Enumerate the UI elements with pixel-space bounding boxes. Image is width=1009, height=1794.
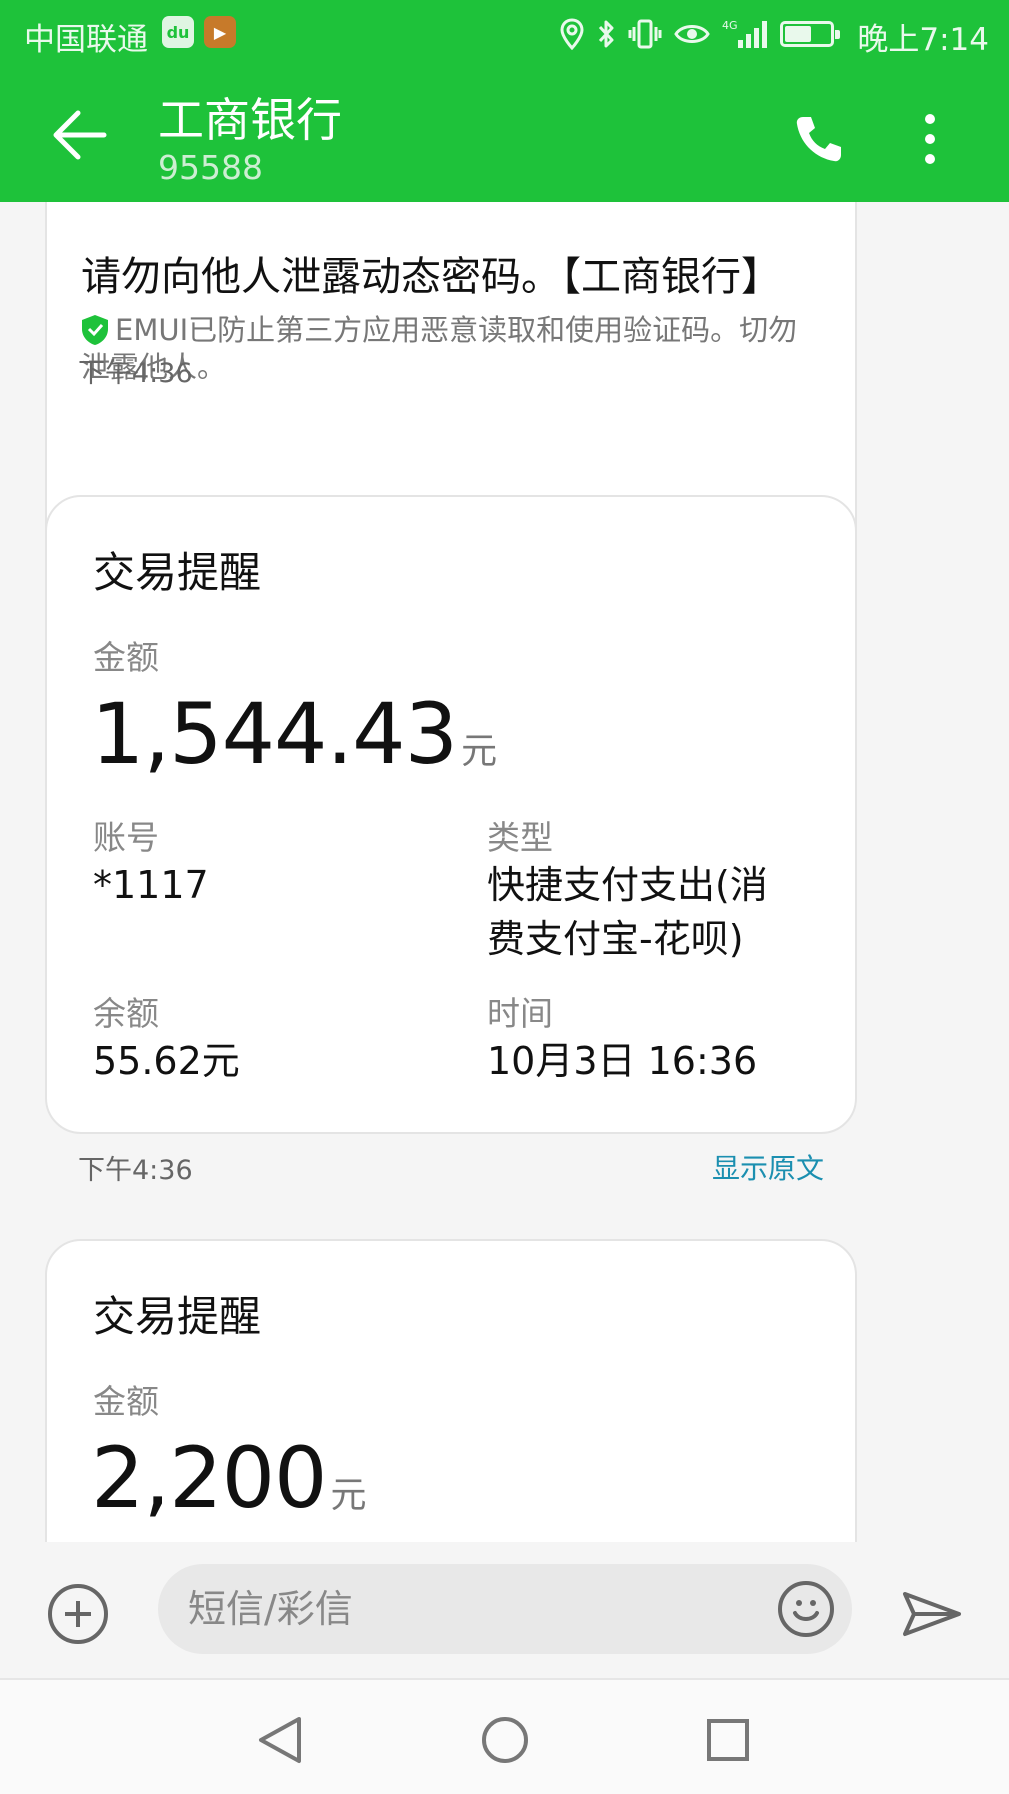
time-label: 时间 [487, 994, 553, 1033]
message-time: 下午4:36 [78, 1155, 193, 1186]
du-app-icon: du [162, 16, 194, 48]
show-original-link[interactable]: 显示原文 [712, 1147, 824, 1187]
signal-icon: 4G [722, 19, 767, 48]
status-clock: 晚上7:14 [857, 22, 989, 58]
shield-icon [82, 315, 108, 345]
message-list[interactable]: 请勿向他人泄露动态密码。【工商银行】 EMUI已防止第三方应用恶意读取和使用验证… [0, 202, 1009, 1542]
vibrate-icon [628, 19, 662, 49]
contact-name: 工商银行 [158, 93, 342, 147]
send-icon [903, 1592, 961, 1636]
app-header: 中国联通 du ▶ 4G 晚上7:14 工商银行 95588 [0, 0, 1009, 202]
battery-level [785, 26, 812, 42]
type-value-line2: 费支付宝-花呗) [487, 917, 744, 961]
square-recents-icon [707, 1719, 749, 1761]
composer-bar [0, 1542, 1009, 1678]
battery-icon [780, 21, 840, 47]
emoji-button[interactable] [778, 1581, 834, 1637]
transaction-card[interactable]: 交易提醒 金额 1,544.43 元 账号 *1117 类型 快捷支付支出(消 费… [45, 495, 857, 1134]
balance-label: 余额 [93, 994, 159, 1033]
time-value: 10月3日 16:36 [487, 1039, 758, 1083]
status-bar: 中国联通 du ▶ 4G 晚上7:14 [0, 0, 1009, 70]
attach-button[interactable] [48, 1584, 108, 1644]
eye-icon [674, 25, 710, 43]
amount-number: 1,544.43 [91, 685, 458, 783]
carrier-name: 中国联通 [24, 22, 148, 58]
amount-number: 2,200 [91, 1429, 327, 1527]
account-label: 账号 [93, 818, 159, 857]
message-time: 下午4:36 [78, 358, 193, 389]
message-input[interactable] [188, 1564, 748, 1654]
arrow-left-icon [53, 110, 107, 160]
smiley-icon [793, 1600, 819, 1621]
message-body: 请勿向他人泄露动态密码。【工商银行】 [81, 254, 781, 300]
type-label: 类型 [487, 818, 553, 857]
send-button[interactable] [900, 1584, 964, 1644]
play-app-icon: ▶ [204, 16, 236, 48]
balance-value: 55.62元 [93, 1039, 240, 1083]
circle-home-icon [482, 1717, 528, 1763]
transaction-card[interactable]: 交易提醒 金额 2,200 元 [45, 1239, 857, 1542]
triangle-back-icon [259, 1717, 301, 1763]
nav-back-button[interactable] [250, 1710, 310, 1770]
amount-value: 2,200 元 [91, 1429, 367, 1527]
back-button[interactable] [40, 100, 120, 170]
amount-value: 1,544.43 元 [91, 685, 497, 783]
amount-label: 金额 [93, 638, 159, 677]
card-title: 交易提醒 [93, 548, 262, 597]
more-options-button[interactable] [910, 104, 950, 174]
network-type: 4G [722, 19, 738, 32]
location-icon [560, 18, 584, 50]
status-icons: 4G [560, 14, 840, 54]
amount-unit: 元 [461, 731, 498, 772]
nav-recents-button[interactable] [698, 1710, 758, 1770]
nav-home-button[interactable] [475, 1710, 535, 1770]
amount-unit: 元 [330, 1475, 367, 1516]
card-title: 交易提醒 [93, 1292, 262, 1341]
system-nav-bar [0, 1678, 1009, 1794]
account-value: *1117 [93, 863, 209, 907]
message-input-container [158, 1564, 852, 1654]
amount-label: 金额 [93, 1382, 159, 1421]
plus-icon [65, 1601, 91, 1627]
type-value-line1: 快捷支付支出(消 [487, 863, 768, 907]
call-button[interactable] [784, 104, 854, 174]
contact-number: 95588 [158, 148, 263, 187]
phone-icon [796, 117, 841, 162]
more-vertical-icon [925, 114, 935, 164]
bluetooth-icon [598, 20, 614, 48]
